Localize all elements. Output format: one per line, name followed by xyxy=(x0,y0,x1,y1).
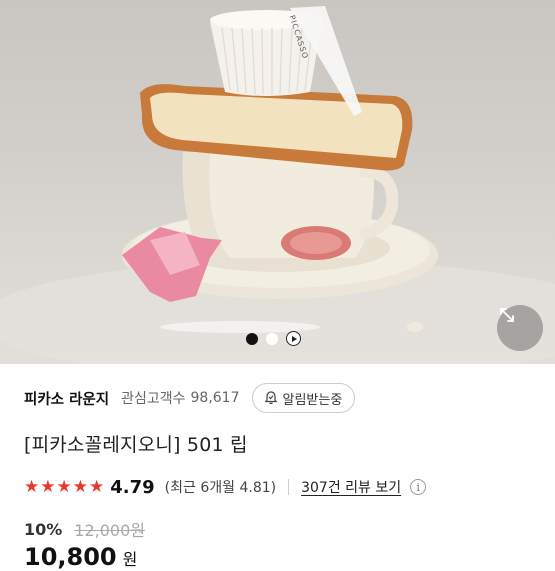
star-icon: ★ xyxy=(56,476,72,497)
expand-button[interactable] xyxy=(497,305,543,351)
favorites-label: 관심고객수 xyxy=(121,391,186,407)
final-price-row: 10,800 원 xyxy=(24,543,137,571)
product-image[interactable]: PICCASSO xyxy=(0,0,555,364)
star-icon: ★ xyxy=(89,476,105,497)
discount-rate: 10% xyxy=(24,519,63,539)
product-photo xyxy=(0,6,555,364)
star-icon: ★ xyxy=(40,476,56,497)
currency-label: 원 xyxy=(122,550,138,569)
recent-rating: (최근 6개월 4.81) xyxy=(164,480,277,496)
original-price: 12,000원 xyxy=(74,521,146,540)
expand-icon xyxy=(500,308,514,322)
notify-label: 알림받는중 xyxy=(282,392,343,408)
rating-stars: ★ ★ ★ ★ ★ xyxy=(24,476,105,497)
seller-row: 피카소 라운지 관심고객수 98,617 알림받는중 xyxy=(24,378,535,418)
reviews-link[interactable]: 307건 리뷰 보기 xyxy=(301,477,401,497)
notify-button[interactable]: 알림받는중 xyxy=(251,383,356,413)
final-price: 10,800 xyxy=(24,543,117,571)
info-icon[interactable]: i xyxy=(410,479,427,495)
star-icon: ★ xyxy=(24,476,40,497)
page-dot-2[interactable] xyxy=(266,332,278,345)
bell-check-icon xyxy=(264,391,277,405)
price-row: 10% 12,000원 xyxy=(24,517,145,541)
divider xyxy=(288,479,290,495)
store-name-link[interactable]: 피카소 라운지 xyxy=(24,388,109,409)
image-pagination[interactable] xyxy=(246,331,301,346)
rating-score: 4.79 xyxy=(110,476,155,498)
product-title: [피카소꼴레지오니] 501 립 xyxy=(24,434,248,456)
rating-row: ★ ★ ★ ★ ★ 4.79 (최근 6개월 4.81) 307건 리뷰 보기 … xyxy=(24,475,545,499)
favorites-count: 98,617 xyxy=(190,390,240,406)
page-dot-1[interactable] xyxy=(246,332,258,345)
star-icon: ★ xyxy=(72,476,88,497)
play-icon[interactable] xyxy=(286,331,301,346)
